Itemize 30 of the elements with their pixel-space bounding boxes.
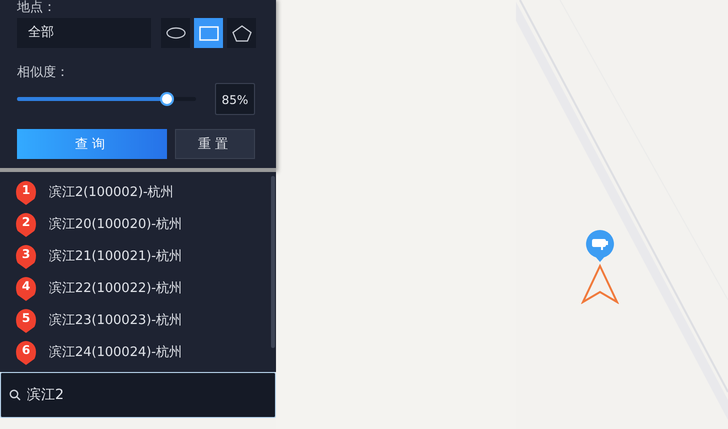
slider-thumb[interactable] [160,92,174,106]
number-pin: 5 [16,309,36,333]
result-item[interactable]: 滨江2(100002)-杭州 [49,183,174,201]
number-pin: 6 [16,341,36,365]
search-field[interactable]: 滨江2 [0,372,276,418]
ellipse-icon [164,24,187,42]
result-item[interactable]: 滨江21(100021)-杭州 [49,247,182,265]
number-pin: 3 [16,245,36,269]
number-pin: 1 [16,181,36,205]
ellipse-tool-button[interactable] [161,18,190,48]
scrollbar[interactable] [271,176,275,348]
search-icon [9,389,21,401]
navigation-arrow-icon [581,264,619,304]
slider-track[interactable] [17,92,196,106]
result-item[interactable]: 滨江20(100020)-杭州 [49,215,182,233]
number-pin: 2 [16,213,36,237]
field-label: 地点： [17,0,57,15]
polygon-icon [230,24,253,42]
location-select[interactable]: 全部 [17,18,152,48]
camera-marker-icon[interactable] [585,229,615,262]
result-item[interactable]: 滨江22(100022)-杭州 [49,279,182,297]
search-input[interactable]: 滨江2 [27,387,247,403]
field-label: 相似度： [17,65,70,80]
result-item[interactable]: 滨江23(100023)-杭州 [49,311,182,329]
result-item[interactable]: 滨江24(100024)-杭州 [49,343,182,361]
reset-button[interactable]: 重置 [175,129,255,159]
polygon-tool-button[interactable] [227,18,256,48]
similarity-value: 85% [215,83,255,115]
rectangle-icon [198,24,220,42]
number-pin: 4 [16,277,36,301]
